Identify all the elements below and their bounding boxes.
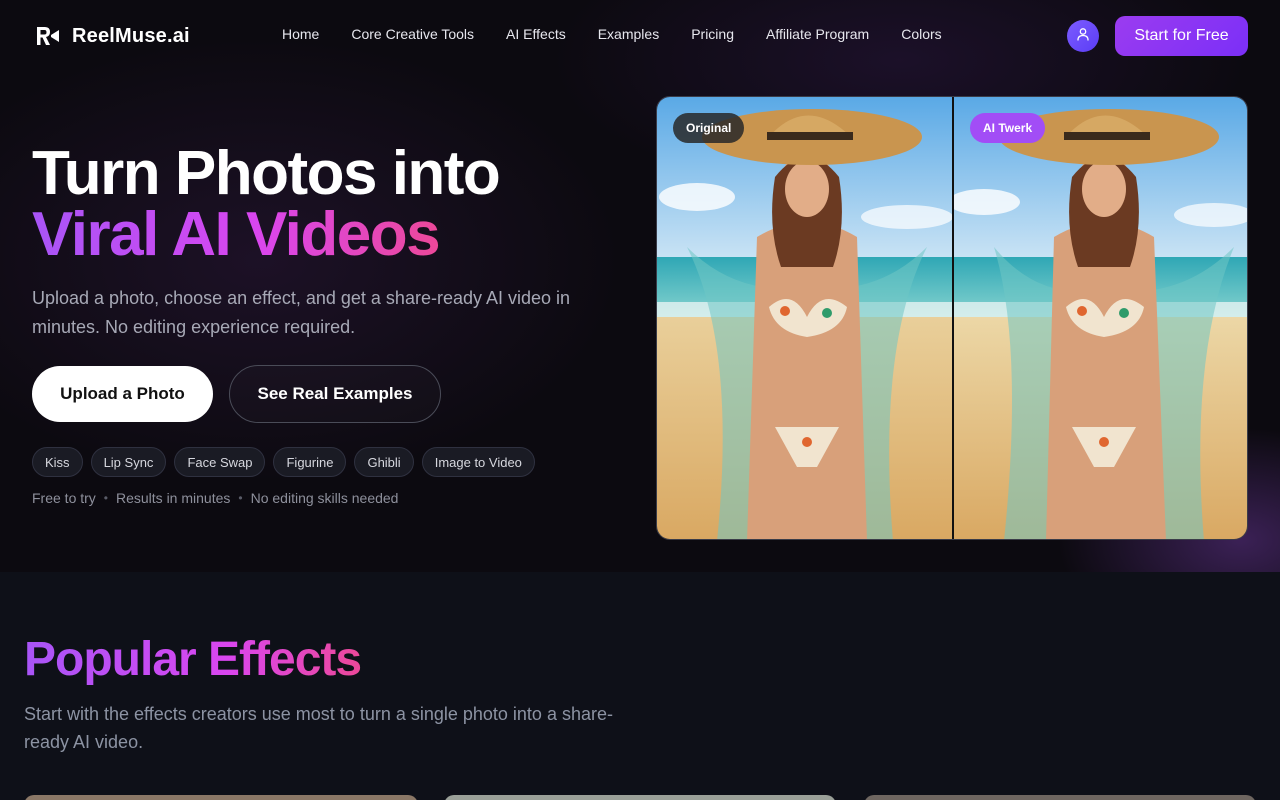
chip-face-swap[interactable]: Face Swap [174,447,266,477]
hero-subtitle: Upload a photo, choose an effect, and ge… [32,288,571,337]
start-for-free-button[interactable]: Start for Free [1115,16,1248,56]
nav-pricing[interactable]: Pricing [691,26,734,42]
before-after-compare[interactable]: Original AI Twerk [656,96,1248,540]
effect-chips: Kiss Lip Sync Face Swap Figurine Ghibli … [32,447,535,477]
nav-home[interactable]: Home [282,26,319,42]
account-button[interactable] [1067,20,1099,52]
chip-ghibli[interactable]: Ghibli [354,447,414,477]
popular-effects-subtitle: Start with the effects creators use most… [24,704,613,752]
user-icon [1076,27,1090,46]
chip-kiss[interactable]: Kiss [32,447,83,477]
nav-examples[interactable]: Examples [598,26,659,42]
upload-photo-button[interactable]: Upload a Photo [32,366,213,422]
chip-image-to-video[interactable]: Image to Video [421,447,535,477]
popular-effects-title: Popular Effects [24,630,362,690]
nav-ai-effects[interactable]: AI Effects [506,26,566,42]
hero-title-line1: Turn Photos into [32,139,501,208]
reelmuse-logo-icon [36,25,62,47]
nav-links: Home Core Creative Tools AI Effects Exam… [282,26,942,42]
perk-free: Free to try [32,490,96,506]
ai-twerk-photo [954,97,1247,539]
perk-fast: Results in minutes [116,490,231,506]
original-photo [657,97,952,539]
nav-affiliate-program[interactable]: Affiliate Program [766,26,869,42]
brand-name: ReelMuse.ai [72,24,190,47]
chip-lip-sync[interactable]: Lip Sync [90,447,167,477]
effect-card[interactable] [24,795,418,800]
perk-separator: • [238,491,243,505]
perk-separator: • [103,491,108,505]
hero-section: ReelMuse.ai Home Core Creative Tools AI … [0,0,1280,572]
see-real-examples-button[interactable]: See Real Examples [229,365,441,423]
perk-no-skills: No editing skills needed [250,490,399,506]
ai-twerk-badge: AI Twerk [970,113,1046,143]
nav-core-creative-tools[interactable]: Core Creative Tools [351,26,474,42]
ai-result-panel: AI Twerk [952,97,1247,539]
effect-card[interactable] [864,795,1256,800]
original-badge: Original [673,113,745,143]
original-panel: Original [657,97,952,539]
brand[interactable]: ReelMuse.ai [36,22,190,50]
chip-figurine[interactable]: Figurine [273,447,347,477]
effect-card[interactable] [444,795,836,800]
top-nav: ReelMuse.ai Home Core Creative Tools AI … [0,0,1280,72]
hero-perks: Free to try • Results in minutes • No ed… [32,490,398,506]
nav-colors[interactable]: Colors [901,26,941,42]
hero-title-line2: Viral AI Videos [32,200,441,269]
